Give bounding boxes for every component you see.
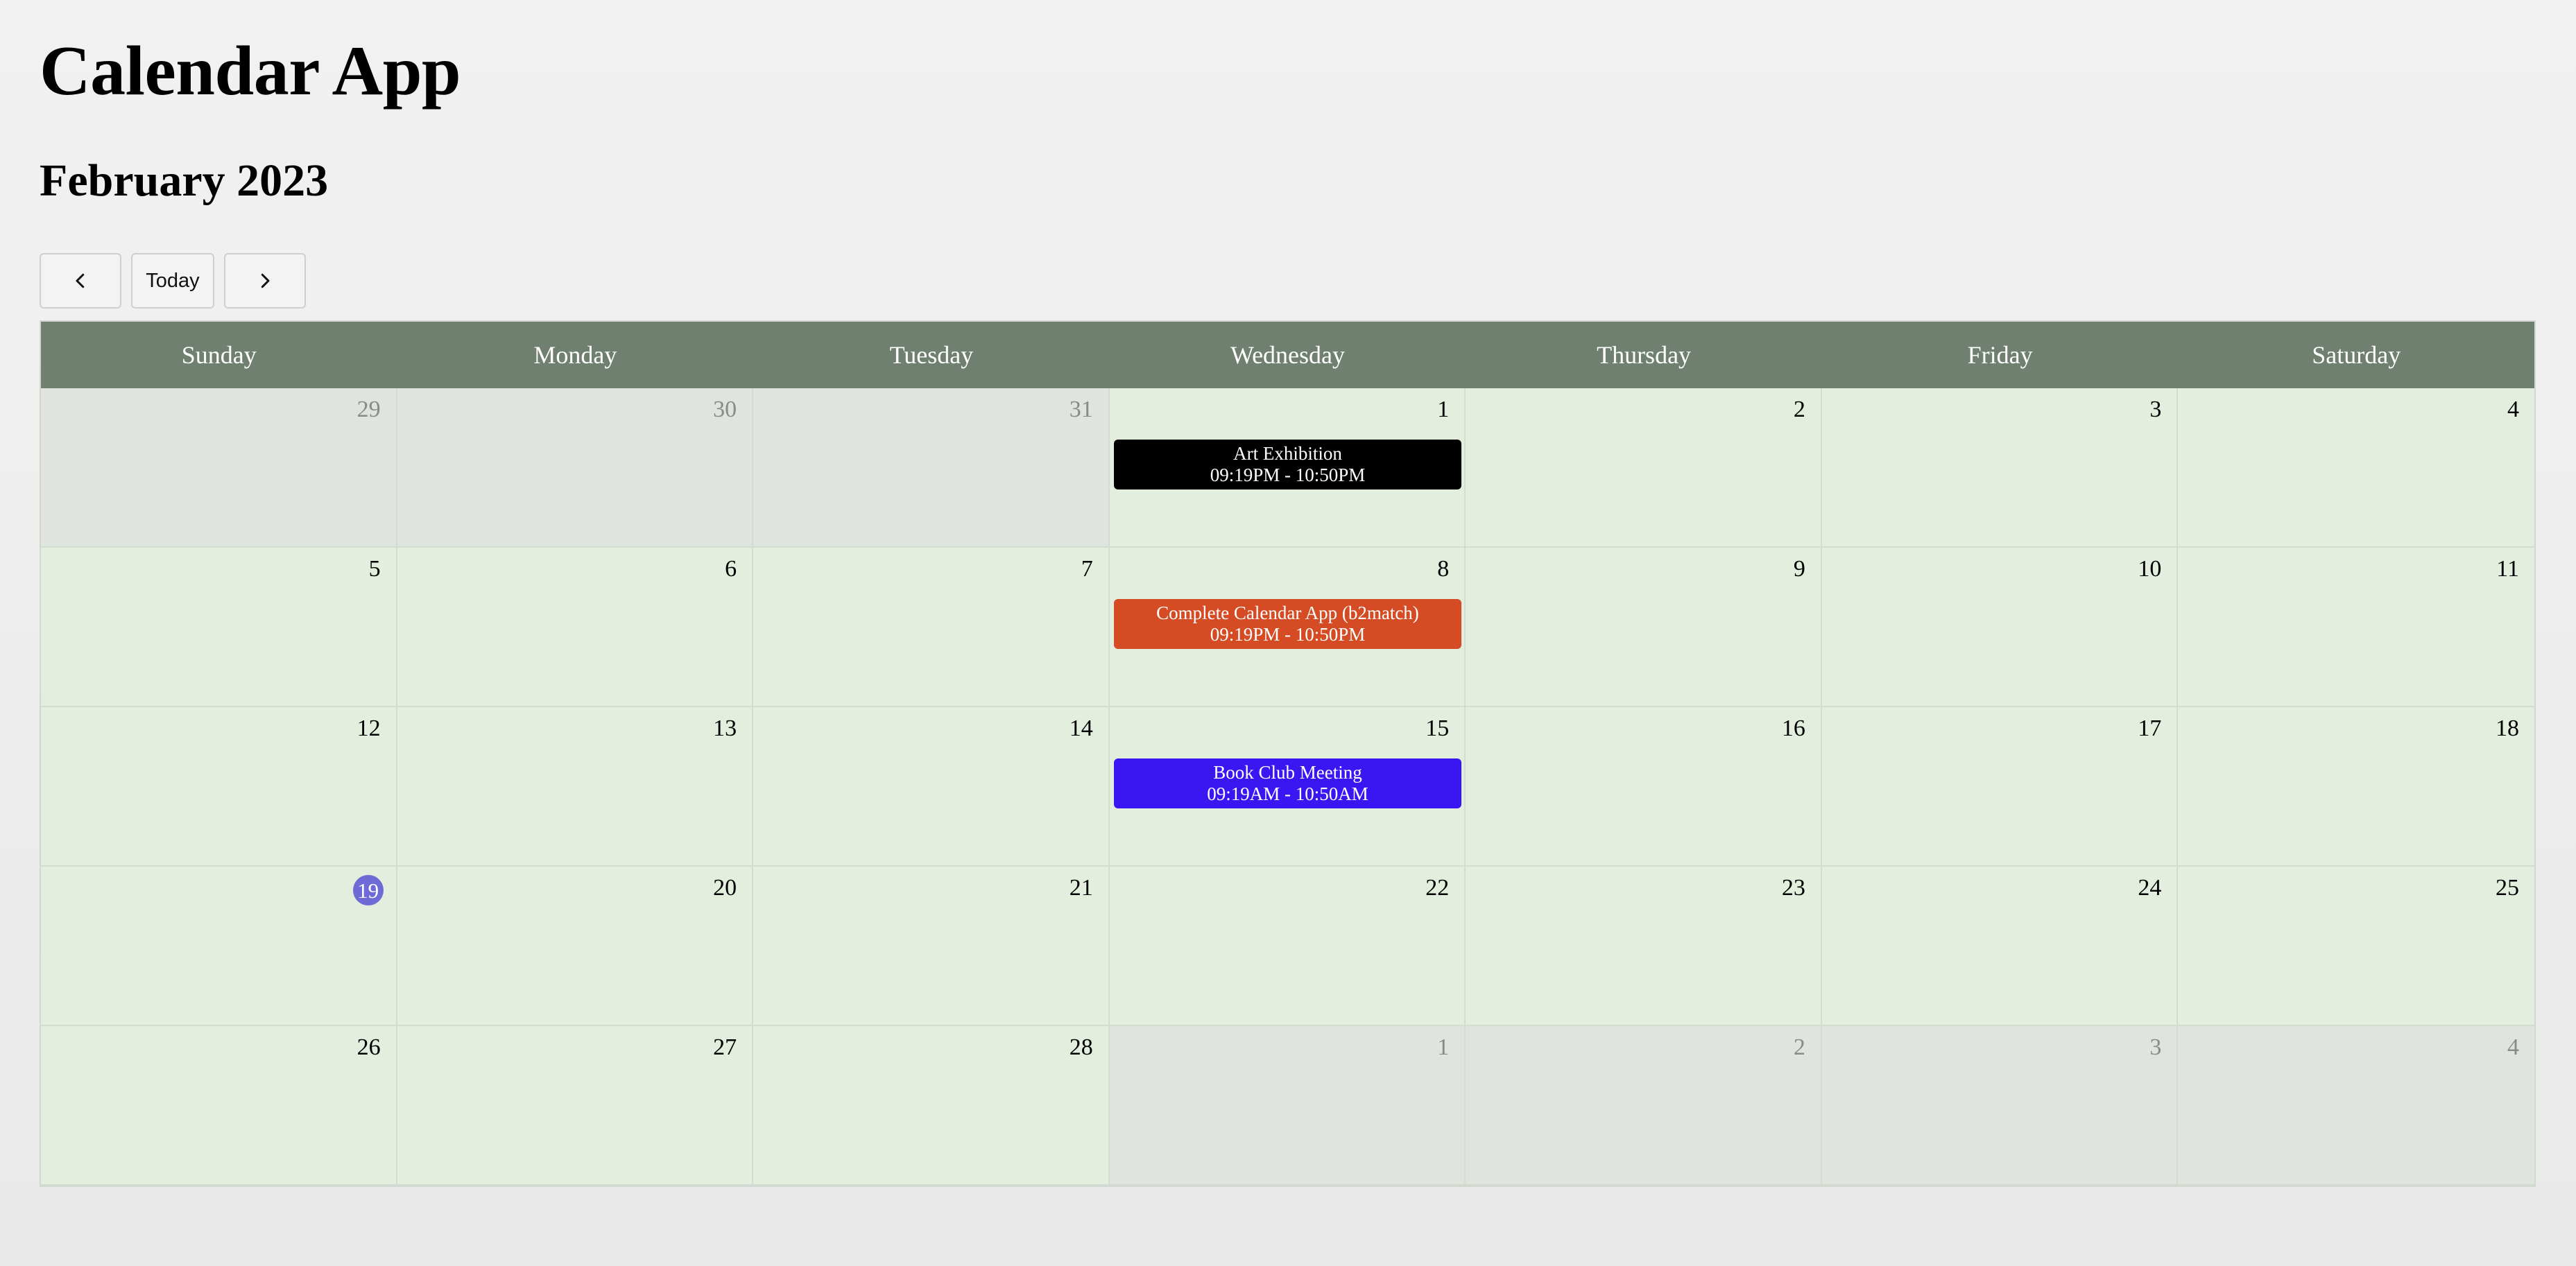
day-cell[interactable]: 7 bbox=[753, 548, 1110, 707]
day-cell[interactable]: 21 bbox=[753, 867, 1110, 1026]
day-cell[interactable]: 11 bbox=[2178, 548, 2534, 707]
day-number: 15 bbox=[1425, 716, 1450, 741]
day-cell[interactable]: 27 bbox=[397, 1026, 754, 1186]
calendar-grid: Sunday Monday Tuesday Wednesday Thursday Frid… bbox=[40, 320, 2536, 1187]
day-cell[interactable]: 12 bbox=[41, 707, 397, 867]
calendar-event[interactable]: Complete Calendar App (b2match) 09:19PM -… bbox=[1113, 599, 1462, 649]
day-cell[interactable]: 25 bbox=[2178, 867, 2534, 1026]
day-number: 25 bbox=[2495, 875, 2519, 901]
month-day-grid: 29 30 31 1 Art Exhibition 09:19PM - 10:50PM 2 3… bbox=[41, 388, 2534, 1186]
day-number: 14 bbox=[1069, 716, 1093, 741]
day-number: 26 bbox=[357, 1034, 381, 1060]
day-cell[interactable]: 5 bbox=[41, 548, 397, 707]
day-cell[interactable]: 15 Book Club Meeting 09:19AM - 10:50AM bbox=[1109, 707, 1466, 867]
today-day-number: 19 bbox=[352, 875, 384, 905]
next-month-button[interactable] bbox=[224, 253, 306, 309]
day-number: 2 bbox=[1793, 397, 1805, 422]
day-number: 3 bbox=[2149, 1034, 2162, 1060]
day-cell[interactable]: 1 Art Exhibition 09:19PM - 10:50PM bbox=[1109, 388, 1466, 548]
day-number: 24 bbox=[2138, 875, 2162, 901]
event-time: 09:19PM - 10:50PM bbox=[1210, 465, 1366, 485]
event-time: 09:19AM - 10:50AM bbox=[1207, 783, 1368, 804]
day-number: 1 bbox=[1437, 1034, 1450, 1060]
day-cell[interactable]: 13 bbox=[397, 707, 754, 867]
day-number: 17 bbox=[2138, 716, 2162, 741]
today-button[interactable]: Today bbox=[131, 253, 214, 309]
day-cell-other-month[interactable]: 4 bbox=[2178, 1026, 2534, 1186]
day-number: 2 bbox=[1793, 1034, 1805, 1060]
day-cell[interactable]: 14 bbox=[753, 707, 1110, 867]
weekday-header-saturday: Saturday bbox=[2312, 341, 2401, 369]
day-cell[interactable]: 22 bbox=[1109, 867, 1466, 1026]
day-number: 30 bbox=[713, 397, 737, 422]
day-number: 5 bbox=[368, 556, 381, 582]
weekday-header-friday: Friday bbox=[1967, 341, 2033, 369]
calendar-event[interactable]: Art Exhibition 09:19PM - 10:50PM bbox=[1113, 440, 1462, 489]
calendar-event[interactable]: Book Club Meeting 09:19AM - 10:50AM bbox=[1113, 758, 1462, 808]
day-cell-other-month[interactable]: 1 bbox=[1109, 1026, 1466, 1186]
day-number: 22 bbox=[1425, 875, 1450, 901]
day-cell-other-month[interactable]: 3 bbox=[1821, 1026, 2179, 1186]
event-time: 09:19PM - 10:50PM bbox=[1210, 624, 1366, 645]
weekday-header-thursday: Thursday bbox=[1597, 341, 1692, 369]
previous-month-button[interactable] bbox=[40, 253, 121, 309]
weekday-header-tuesday: Tuesday bbox=[889, 341, 974, 369]
day-number: 7 bbox=[1081, 556, 1093, 582]
day-cell[interactable]: 9 bbox=[1466, 548, 1822, 707]
day-number: 13 bbox=[713, 716, 737, 741]
weekday-header-monday: Monday bbox=[533, 341, 617, 369]
day-number: 10 bbox=[2138, 556, 2162, 582]
day-number: 1 bbox=[1437, 397, 1450, 422]
day-number: 3 bbox=[2149, 397, 2162, 422]
day-number: 21 bbox=[1069, 875, 1093, 901]
day-number: 4 bbox=[2507, 397, 2519, 422]
app-title: Calendar App bbox=[40, 32, 461, 110]
day-number: 12 bbox=[357, 716, 381, 741]
day-number: 23 bbox=[1781, 875, 1805, 901]
weekday-header-sunday: Sunday bbox=[181, 341, 257, 369]
day-cell[interactable]: 18 bbox=[2178, 707, 2534, 867]
event-title: Complete Calendar App (b2match) bbox=[1156, 602, 1419, 623]
day-number: 4 bbox=[2507, 1034, 2519, 1060]
month-navigation: Today bbox=[40, 253, 306, 309]
weekday-header-row: Sunday Monday Tuesday Wednesday Thursday Frid… bbox=[41, 322, 2534, 388]
day-cell-other-month[interactable]: 31 bbox=[753, 388, 1110, 548]
day-number: 9 bbox=[1793, 556, 1805, 582]
day-number: 8 bbox=[1437, 556, 1450, 582]
event-title: Art Exhibition bbox=[1233, 443, 1342, 464]
day-number: 16 bbox=[1781, 716, 1805, 741]
day-number: 18 bbox=[2495, 716, 2519, 741]
chevron-left-icon bbox=[76, 273, 85, 288]
day-number: 27 bbox=[713, 1034, 737, 1060]
day-number: 11 bbox=[2496, 556, 2519, 582]
day-cell[interactable]: 20 bbox=[397, 867, 754, 1026]
day-cell[interactable]: 23 bbox=[1466, 867, 1822, 1026]
day-cell-other-month[interactable]: 29 bbox=[41, 388, 397, 548]
day-cell[interactable]: 8 Complete Calendar App (b2match) 09:19PM … bbox=[1109, 548, 1466, 707]
day-number: 28 bbox=[1069, 1034, 1093, 1060]
day-number: 31 bbox=[1069, 397, 1093, 422]
chevron-right-icon bbox=[261, 273, 270, 288]
day-cell[interactable]: 4 bbox=[2178, 388, 2534, 548]
day-cell[interactable]: 17 bbox=[1821, 707, 2179, 867]
weekday-header-wednesday: Wednesday bbox=[1230, 341, 1346, 369]
day-number: 20 bbox=[713, 875, 737, 901]
day-cell-other-month[interactable]: 30 bbox=[397, 388, 754, 548]
day-number: 29 bbox=[357, 397, 381, 422]
day-cell[interactable]: 16 bbox=[1466, 707, 1822, 867]
day-cell[interactable]: 2 bbox=[1466, 388, 1822, 548]
day-cell[interactable]: 28 bbox=[753, 1026, 1110, 1186]
event-title: Book Club Meeting bbox=[1213, 762, 1362, 783]
day-cell[interactable]: 19 bbox=[41, 867, 397, 1026]
day-cell[interactable]: 3 bbox=[1821, 388, 2179, 548]
day-number: 6 bbox=[725, 556, 737, 582]
day-cell[interactable]: 10 bbox=[1821, 548, 2179, 707]
day-cell-other-month[interactable]: 2 bbox=[1466, 1026, 1822, 1186]
day-cell[interactable]: 26 bbox=[41, 1026, 397, 1186]
month-title: February 2023 bbox=[40, 155, 329, 206]
day-cell[interactable]: 24 bbox=[1821, 867, 2179, 1026]
day-cell[interactable]: 6 bbox=[397, 548, 754, 707]
